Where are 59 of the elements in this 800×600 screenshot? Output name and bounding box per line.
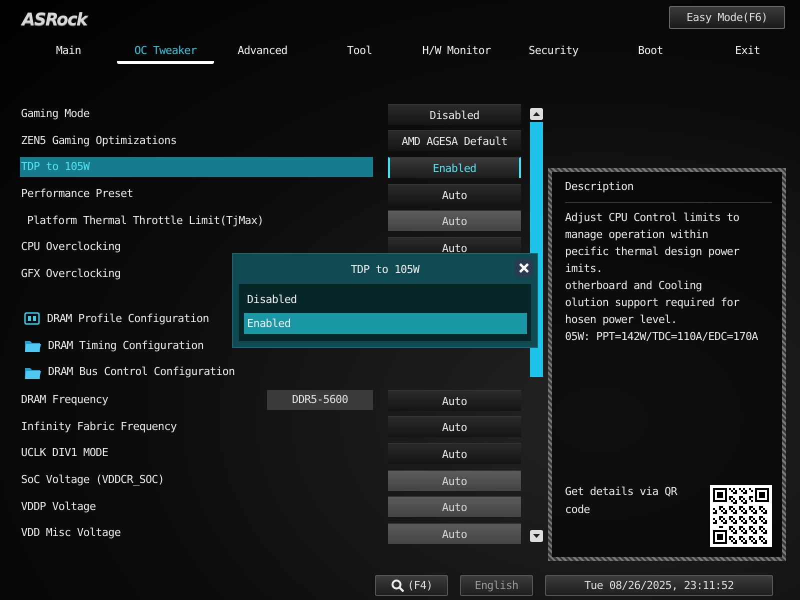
menu-tab[interactable]: Advanced	[214, 40, 311, 64]
value-selector[interactable]: Enabled	[388, 156, 521, 178]
scroll-down-icon[interactable]	[530, 530, 543, 542]
menu-tab[interactable]: Tool	[311, 40, 408, 64]
menu-tab[interactable]: Boot	[602, 40, 699, 64]
qr-code-icon	[710, 485, 772, 547]
setting-label[interactable]: VDD Misc Voltage	[20, 523, 373, 544]
menu-tab[interactable]: OC Tweaker	[117, 40, 214, 64]
description-text: Adjust CPU Control limits to	[565, 210, 740, 226]
setting-label[interactable]: CPU Overclocking	[20, 237, 373, 258]
folder-icon	[24, 338, 41, 352]
value-selector[interactable]: AMD AGESA Default	[388, 130, 521, 152]
qr-caption: Get details via QR code	[565, 484, 678, 518]
description-text: otherboard and Cooling	[565, 278, 703, 294]
submenu-link[interactable]: DRAM Bus Control Configuration	[48, 365, 235, 378]
description-text: 05W: PPT=142W/TDC=110A/EDC=170A	[565, 329, 759, 345]
setting-label[interactable]: Gaming Mode	[20, 104, 373, 124]
setting-label[interactable]: UCLK DIV1 MODE	[20, 443, 373, 464]
description-text: imits.	[565, 261, 604, 277]
setting-label[interactable]: VDDP Voltage	[20, 496, 373, 517]
language-button[interactable]: English	[460, 575, 533, 596]
dialog-title: TDP to 105W	[350, 262, 420, 276]
value-selector[interactable]: Disabled	[388, 104, 521, 125]
setting-label[interactable]: Performance Preset	[20, 184, 373, 204]
description-text: olution support required for	[565, 295, 740, 311]
value-selector[interactable]: Auto	[388, 470, 521, 491]
memory-icon	[24, 312, 40, 325]
value-selector[interactable]: Auto	[388, 522, 521, 544]
setting-label[interactable]: Infinity Fabric Frequency	[20, 416, 373, 437]
description-title: Description	[565, 180, 772, 203]
scroll-up-icon[interactable]	[530, 108, 543, 120]
easy-mode-button[interactable]: Easy Mode(F6)	[669, 6, 785, 29]
setting-label[interactable]: SoC Voltage (VDDCR_SOC)	[20, 470, 373, 490]
setting-label[interactable]: DRAM Frequency	[20, 390, 267, 410]
brand-logo: ASRock	[22, 10, 87, 30]
close-button[interactable]	[515, 259, 533, 277]
menu-tab[interactable]: Main	[20, 40, 117, 64]
value-selector[interactable]: Auto	[388, 442, 521, 464]
menu-tab[interactable]: Security	[505, 40, 602, 64]
value-selector[interactable]: Auto	[388, 184, 521, 205]
menu-tab[interactable]: Exit	[699, 40, 796, 64]
search-icon	[390, 579, 404, 592]
search-button[interactable]: (F4)	[375, 575, 448, 596]
close-icon	[518, 262, 530, 274]
description-text: pecific thermal design power	[565, 244, 740, 260]
submenu-link[interactable]: DRAM Timing Configuration	[48, 338, 204, 352]
description-text: manage operation within	[565, 227, 710, 243]
current-value: DDR5-5600	[267, 390, 373, 410]
dropdown-option[interactable]: Disabled	[244, 289, 527, 310]
description-text: hosen power level.	[565, 312, 678, 328]
menu-tab[interactable]: H/W Monitor	[408, 40, 505, 64]
submenu-link[interactable]: DRAM Profile Configuration	[47, 312, 209, 325]
value-selector[interactable]: Auto	[388, 416, 521, 438]
value-selector[interactable]: Auto	[388, 496, 521, 518]
value-selector[interactable]: Auto	[388, 390, 521, 411]
setting-label[interactable]: Platform Thermal Throttle Limit(TjMax)	[20, 210, 373, 231]
setting-label[interactable]: ZEN5 Gaming Optimizations	[20, 130, 373, 151]
value-selector[interactable]: Auto	[388, 210, 521, 232]
datetime-button[interactable]: Tue 08/26/2025, 23:11:52	[545, 575, 773, 596]
